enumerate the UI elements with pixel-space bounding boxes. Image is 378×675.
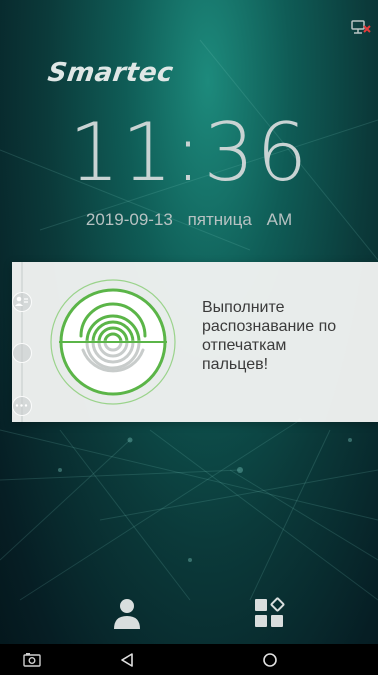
brand-logo: Smartec (45, 58, 176, 88)
face-icon[interactable] (12, 343, 32, 363)
bottom-action-bar (0, 595, 378, 635)
verification-mode-rail (10, 262, 36, 422)
clock-date: 2019-09-13 (85, 210, 173, 229)
home-icon[interactable] (260, 650, 280, 670)
fingerprint-prompt-card: Выполните распознавание по отпечаткам па… (12, 262, 378, 422)
user-icon[interactable] (112, 597, 142, 631)
user-card-glyph (15, 296, 28, 306)
fingerprint-instruction-text: Выполните распознавание по отпечаткам па… (202, 299, 337, 373)
network-disconnected-icon (351, 20, 371, 34)
clock-time: 11:36 (68, 106, 310, 199)
screenshot-icon[interactable] (22, 650, 42, 670)
date-row: 2019-09-13 пятница AM (0, 210, 378, 230)
dots-glyph (15, 404, 28, 407)
system-navigation-bar (0, 644, 378, 675)
apps-grid-icon[interactable] (253, 597, 285, 629)
user-card-icon[interactable] (12, 292, 32, 312)
back-icon[interactable] (117, 650, 137, 670)
clock-weekday: пятница (187, 210, 252, 229)
fingerprint-icon (50, 279, 176, 405)
lock-screen: Smartec 11:36 2019-09-13 пятница AM Выпо… (0, 0, 378, 675)
more-dots-icon[interactable] (12, 396, 32, 416)
clock-ampm: AM (266, 210, 293, 229)
